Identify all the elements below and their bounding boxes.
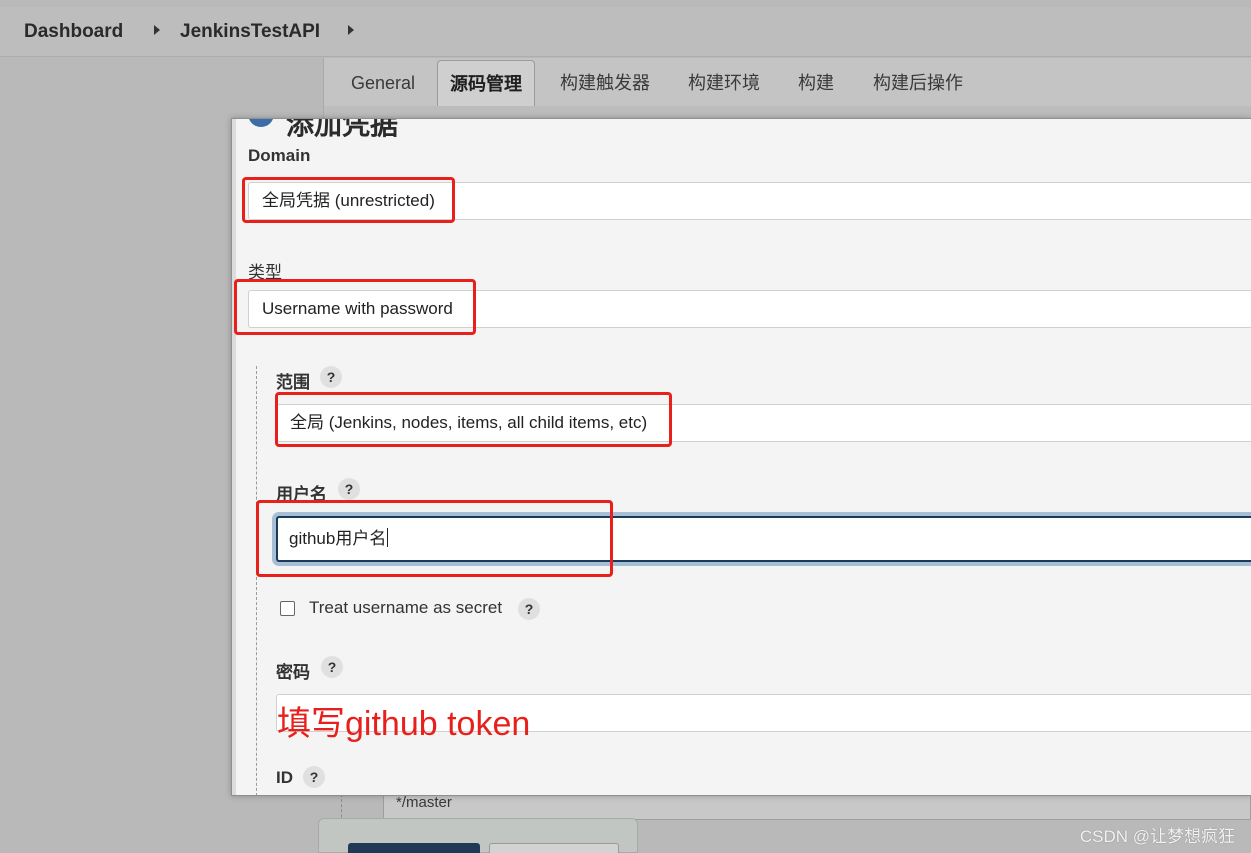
tab-build-triggers[interactable]: 构建触发器 — [560, 60, 650, 106]
breadcrumb-bar: Dashboard JenkinsTestAPI — [0, 7, 1251, 57]
password-label: 密码 — [276, 663, 310, 682]
tab-build-environment[interactable]: 构建环境 — [688, 60, 760, 106]
background-apply-button[interactable] — [489, 843, 619, 853]
breadcrumb-project[interactable]: JenkinsTestAPI — [180, 21, 320, 43]
breadcrumb-dashboard[interactable]: Dashboard — [24, 21, 123, 43]
background-save-button[interactable] — [348, 843, 480, 853]
scope-help-icon[interactable]: ? — [320, 366, 342, 388]
branch-specifier-value: */master — [396, 794, 452, 811]
config-tabs: General 源码管理 构建触发器 构建环境 构建 构建后操作 — [323, 58, 1251, 106]
treat-username-secret-checkbox[interactable] — [280, 601, 295, 616]
watermark: CSDN @让梦想疯狂 — [1079, 827, 1235, 846]
username-help-icon[interactable]: ? — [338, 478, 360, 500]
annotation-box-kind — [234, 279, 476, 335]
dialog-edge — [232, 119, 236, 795]
treat-secret-help-icon[interactable]: ? — [518, 598, 540, 620]
breadcrumb-chevron-icon[interactable] — [154, 25, 160, 35]
branch-specifier-input[interactable]: */master — [383, 794, 1251, 820]
annotation-box-scope — [275, 392, 672, 447]
treat-username-secret-label[interactable]: Treat username as secret — [309, 598, 502, 618]
annotation-box-domain — [242, 177, 455, 223]
annotation-password-note: 填写github token — [277, 705, 531, 743]
kind-options-group — [256, 366, 257, 795]
tab-source-code[interactable]: 源码管理 — [437, 60, 535, 106]
tab-post-build[interactable]: 构建后操作 — [873, 60, 963, 106]
annotation-box-username — [256, 500, 613, 577]
tab-general[interactable]: General — [351, 60, 415, 106]
domain-label: Domain — [248, 146, 311, 165]
id-help-icon[interactable]: ? — [303, 766, 325, 788]
credentials-icon — [248, 119, 274, 127]
id-label: ID — [276, 768, 293, 787]
dialog-title: 添加凭据 — [286, 118, 399, 140]
password-help-icon[interactable]: ? — [321, 656, 343, 678]
scope-label: 范围 — [276, 373, 310, 392]
breadcrumb-chevron-icon[interactable] — [348, 25, 354, 35]
tab-build[interactable]: 构建 — [798, 60, 834, 106]
